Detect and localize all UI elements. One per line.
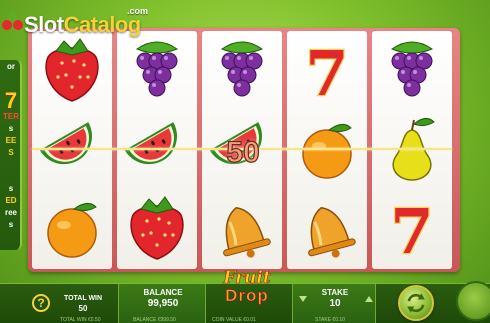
watermark-brand-a: Slot (24, 12, 64, 37)
coin-value: COIN VALUE €0.01 (212, 317, 256, 323)
panel-line: EE (5, 136, 17, 145)
symbol-grapes (372, 31, 452, 110)
reel-1 (32, 31, 112, 269)
svg-text:7: 7 (390, 195, 433, 268)
panel-line: ED (5, 196, 17, 205)
symbol-orange (32, 189, 112, 268)
balance-value: 99,950 (147, 298, 179, 309)
symbol-bell (287, 189, 367, 268)
spin-arrows-icon (407, 293, 425, 313)
symbol-seven: 7 (372, 189, 452, 268)
panel-line: ree (4, 208, 17, 217)
panel-line: s (8, 184, 14, 193)
autoplay-button[interactable] (456, 281, 490, 321)
slotcatalog-watermark: SlotCatalog .com (0, 4, 160, 40)
reel-2 (117, 31, 197, 269)
symbol-strawberry (32, 31, 112, 110)
symbol-seven: 7 (287, 31, 367, 110)
spin-button[interactable] (398, 285, 434, 321)
panel-line: or (7, 62, 15, 71)
line-win-amount: 50 (226, 135, 261, 169)
reel-5: 7 (372, 31, 452, 269)
cherry-logo-icon (2, 11, 23, 30)
stake-increase-icon[interactable] (365, 296, 373, 302)
game-logo-drop: Drop (225, 286, 269, 306)
game-logo-fruit: Fruit (223, 268, 271, 289)
total-win-value: 50 (78, 304, 88, 313)
symbol-grapes (202, 31, 282, 110)
panel-seven: 7 (4, 88, 18, 113)
symbol-grapes (117, 31, 197, 110)
panel-line: S (8, 148, 14, 157)
paytable-panel[interactable]: or 7 TER s EE S s ED ree s (0, 60, 22, 250)
stake-currency: STAKE €0.10 (315, 317, 345, 323)
watermark-tld: .com (127, 6, 149, 16)
stake-panel: STAKE 10 STAKE €0.10 (292, 284, 376, 323)
total-win-label: TOTAL WIN (63, 295, 103, 302)
symbol-bell (202, 189, 282, 268)
balance-label: BALANCE (143, 288, 183, 297)
panel-line: s (8, 124, 14, 133)
panel-line: TER (3, 112, 19, 121)
symbol-strawberry (117, 189, 197, 268)
panel-line: s (8, 220, 14, 229)
help-button[interactable]: ? (32, 294, 50, 312)
svg-text:7: 7 (305, 37, 348, 110)
balance-currency: BALANCE €999.50 (133, 317, 176, 323)
total-win-currency: TOTAL WIN €0.50 (60, 317, 101, 323)
balance-panel: BALANCE 99,950 BALANCE €999.50 (118, 284, 206, 323)
reel-4: 7 (287, 31, 367, 269)
